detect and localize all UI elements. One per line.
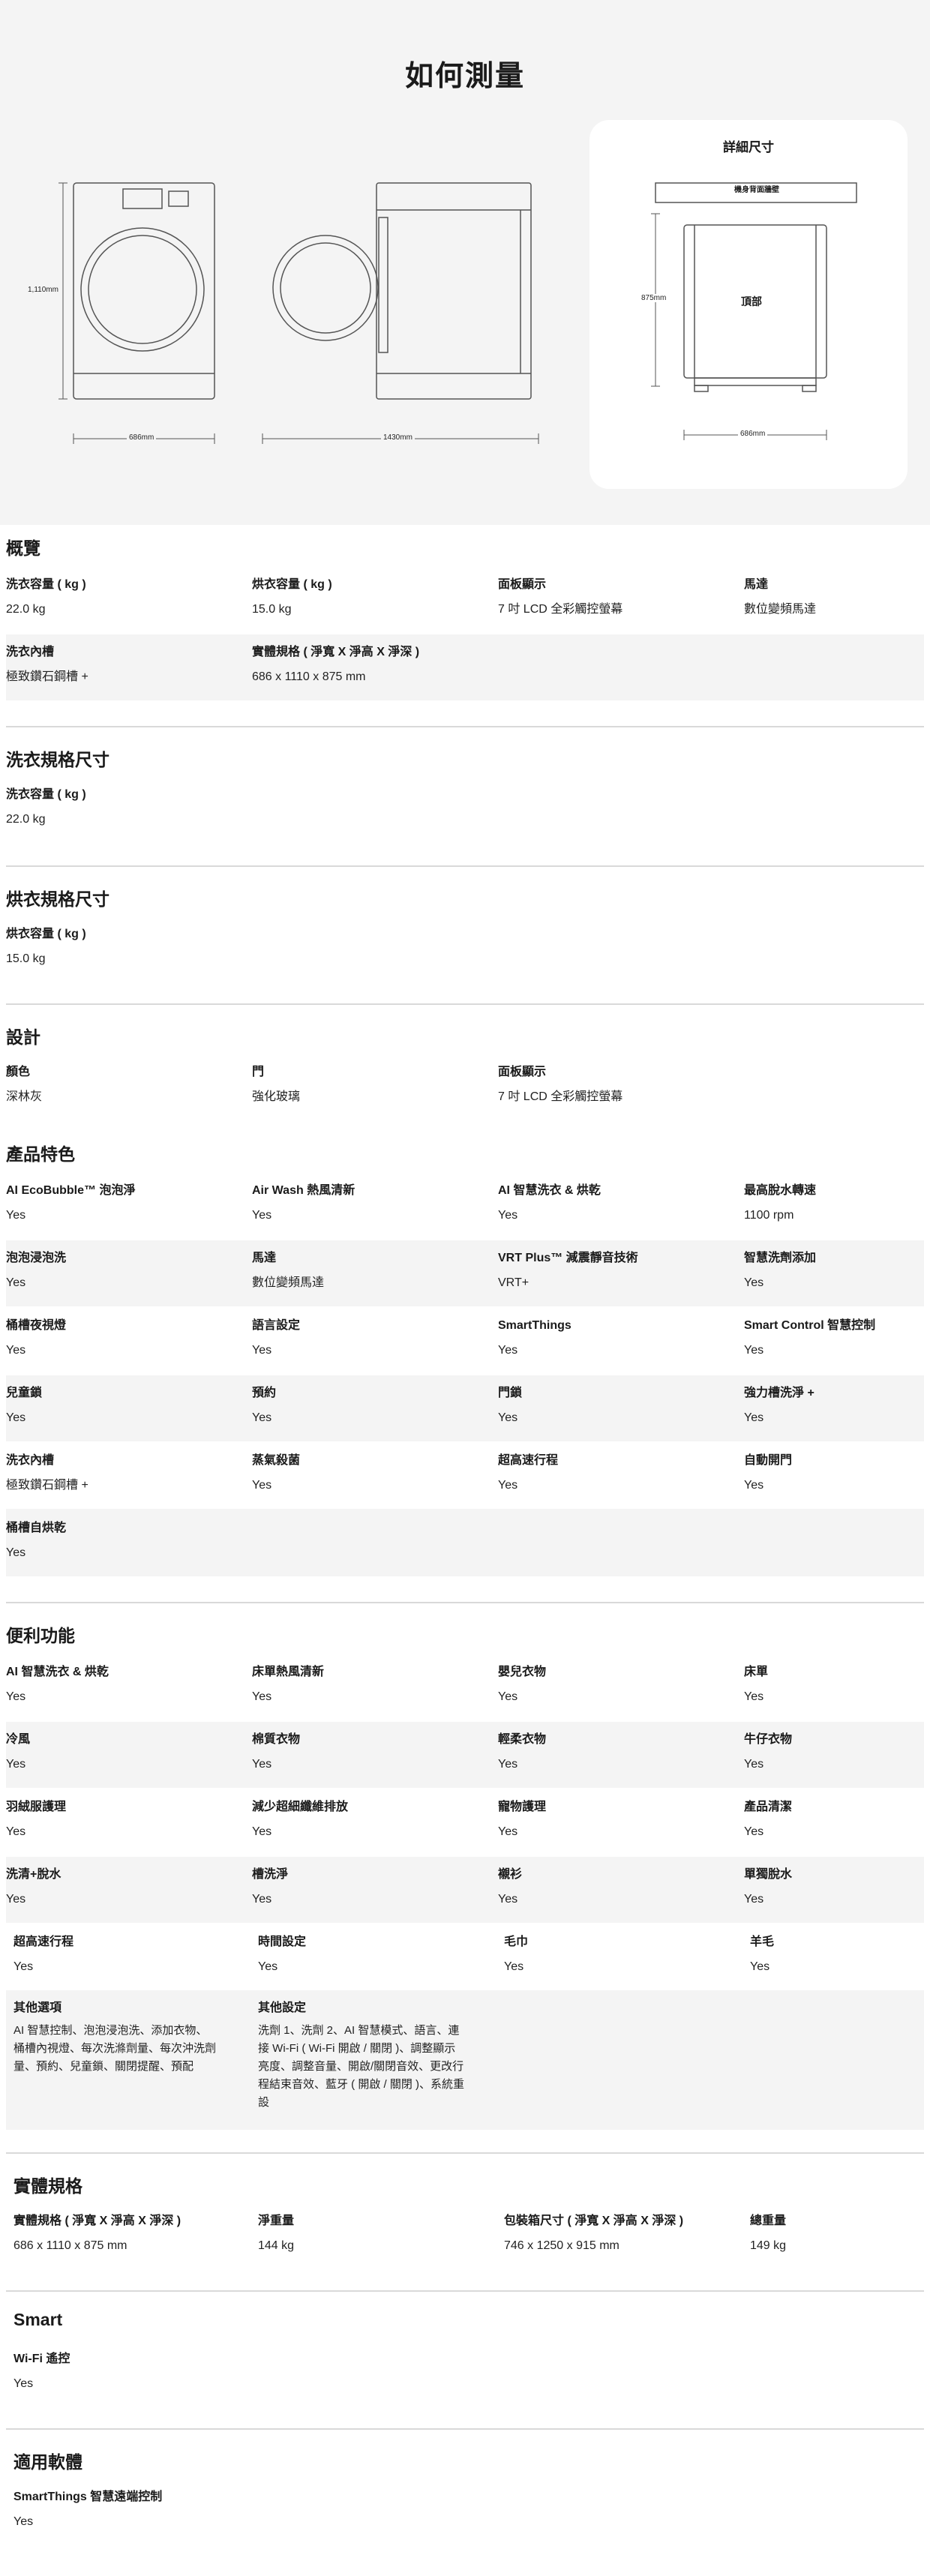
- spec-cell: 面板顯示 7 吋 LCD 全彩觸控螢幕: [498, 1066, 623, 1103]
- spec-cell: AI 智慧洗衣 & 烘乾 Yes: [6, 1666, 109, 1703]
- spec-cell: 洗衣容量 ( kg ) 22.0 kg: [6, 788, 86, 826]
- spec-cell: 洗清+脫水 Yes: [6, 1868, 62, 1906]
- spec-cell: 顏色 深林灰: [6, 1066, 43, 1103]
- spec-cell: 洗衣內槽 極致鑽石鋼槽 +: [6, 646, 88, 683]
- front-display: [122, 188, 163, 209]
- spec-cell: 面板顯示 7 吋 LCD 全彩觸控螢幕: [498, 578, 623, 616]
- spec-cell: 門鎖 Yes: [498, 1387, 523, 1424]
- section-divider: [6, 2152, 924, 2154]
- spec-cell: 最高脫水轉速 1100 rpm: [744, 1184, 817, 1222]
- measure-section: 如何測量 1,110mm 686mm 1430mm 詳細尺寸 機身背面牆壁 頂部…: [0, 0, 930, 525]
- spec-cell: 淨重量 144 kg: [258, 2215, 295, 2252]
- spec-cell: 兒童鎖 Yes: [6, 1387, 43, 1424]
- top-label: 頂部: [741, 295, 762, 307]
- spec-cell: 超高速行程 Yes: [14, 1936, 74, 1973]
- spec-cell: 槽洗淨 Yes: [252, 1868, 289, 1906]
- spec-cell: 床單熱風清新 Yes: [252, 1666, 325, 1703]
- section-divider: [6, 1003, 924, 1005]
- spec-cell: 床單 Yes: [744, 1666, 769, 1703]
- detail-width-label: 686mm: [738, 430, 768, 438]
- spec-cell: 棉質衣物 Yes: [252, 1733, 301, 1771]
- spec-cell: 語言設定 Yes: [252, 1319, 301, 1357]
- spec-cell: 減少超細纖維排放 Yes: [252, 1801, 349, 1838]
- features-title: 產品特色: [6, 1144, 75, 1164]
- spec-cell: AI 智慧洗衣 & 烘乾 Yes: [498, 1184, 601, 1222]
- spec-cell: 襯衫 Yes: [498, 1868, 523, 1906]
- side-door-frame: [378, 217, 388, 353]
- spec-cell: Smart Control 智慧控制 Yes: [744, 1319, 876, 1357]
- side-depth-label: 1430mm: [381, 433, 415, 442]
- front-height-label: 1,110mm: [26, 286, 61, 294]
- spec-cell: 自動開門 Yes: [744, 1454, 793, 1492]
- spec-cell: 輕柔衣物 Yes: [498, 1733, 547, 1771]
- spec-cell: 實體規格 ( 淨寬 X 淨高 X 淨深 ) 686 x 1110 x 875 mm: [14, 2215, 182, 2252]
- spec-cell: 毛巾 Yes: [504, 1936, 529, 1973]
- spec-cell: 牛仔衣物 Yes: [744, 1733, 793, 1771]
- section-divider: [6, 865, 924, 867]
- spec-cell: 總重量 149 kg: [750, 2215, 787, 2252]
- detail-size-card: 詳細尺寸 機身背面牆壁 頂部 875mm 686mm: [590, 120, 908, 489]
- spec-cell: 強力槽洗淨 + Yes: [744, 1387, 814, 1424]
- side-door-outer: [272, 235, 379, 341]
- spec-cell: 智慧洗劑添加 Yes: [744, 1252, 817, 1289]
- spec-cell: VRT Plus™ 減震靜音技術 VRT+: [498, 1252, 638, 1289]
- front-width-label: 686mm: [127, 433, 157, 442]
- front-button: [168, 190, 189, 207]
- spec-cell: 門強化玻璃: [252, 1066, 301, 1103]
- spec-cell: Wi-Fi 遙控 Yes: [14, 2353, 70, 2390]
- spec-cell: 實體規格 ( 淨寬 X 淨高 X 淨深 ) 686 x 1110 x 875 mm: [252, 646, 420, 683]
- spec-cell: 馬達 數位變頻馬達: [744, 578, 817, 616]
- spec-cell: 泡泡浸泡洗 Yes: [6, 1252, 67, 1289]
- spec-cell: 羽絨服護理 Yes: [6, 1801, 67, 1838]
- side-door-inner: [280, 242, 371, 334]
- spec-cell: Air Wash 熱風清新 Yes: [252, 1184, 356, 1222]
- front-door-outer: [80, 227, 205, 352]
- section-divider: [6, 2428, 924, 2430]
- physical-title: 實體規格: [14, 2176, 82, 2196]
- spec-cell: 時間設定 Yes: [258, 1936, 307, 1973]
- front-side-diagram: [58, 182, 539, 444]
- convenience-title: 便利功能: [6, 1626, 75, 1645]
- section-divider: [6, 2290, 924, 2292]
- top-view-foot-left: [694, 385, 709, 392]
- wash-spec-title: 洗衣規格尺寸: [6, 750, 110, 769]
- detail-height-label: 875mm: [639, 294, 669, 302]
- section-divider: [6, 726, 924, 727]
- spec-cell: 洗衣容量 ( kg ) 22.0 kg: [6, 578, 86, 616]
- design-title: 設計: [6, 1027, 40, 1047]
- dry-spec-title: 烘衣規格尺寸: [6, 889, 110, 909]
- spec-cell: AI EcoBubble™ 泡泡淨 Yes: [6, 1184, 136, 1222]
- spec-cell: 馬達 數位變頻馬達: [252, 1252, 325, 1289]
- spec-cell: 其他選項 AI 智慧控制、泡泡浸泡洗、添加衣物、桶槽內視燈、每次洗滌劑量、每次沖洗…: [14, 2002, 217, 2073]
- spec-cell: 寵物護理 Yes: [498, 1801, 547, 1838]
- spec-cell: 其他設定 洗劑 1、洗劑 2、AI 智慧模式、語言、連接 Wi-Fi ( Wi-F…: [258, 2002, 464, 2109]
- spec-cell: SmartThings Yes: [498, 1319, 572, 1357]
- spec-cell: 嬰兒衣物 Yes: [498, 1666, 547, 1703]
- spec-cell: 蒸氣殺菌 Yes: [252, 1454, 301, 1492]
- top-view-foot-right: [802, 385, 817, 392]
- spec-cell: 預約 Yes: [252, 1387, 277, 1424]
- spec-cell: 包裝箱尺寸 ( 淨寬 X 淨高 X 淨深 ) 746 x 1250 x 915 m…: [504, 2215, 684, 2252]
- spec-cell: SmartThings 智慧遠端控制 Yes: [14, 2491, 163, 2528]
- software-title: 適用軟體: [14, 2452, 82, 2472]
- spec-cell: 冷風 Yes: [6, 1733, 31, 1771]
- section-divider: [6, 1602, 924, 1603]
- spec-cell: 烘衣容量 ( kg ) 15.0 kg: [6, 928, 86, 965]
- spec-cell: 洗衣內槽 極致鑽石鋼槽 +: [6, 1454, 88, 1492]
- spec-cell: 桶槽夜視燈 Yes: [6, 1319, 67, 1357]
- top-view-base: [694, 377, 817, 386]
- spec-cell: 桶槽自烘乾 Yes: [6, 1522, 67, 1559]
- front-door-inner: [88, 235, 197, 344]
- smart-title: Smart: [14, 2310, 63, 2329]
- spec-cell: 產品清潔 Yes: [744, 1801, 793, 1838]
- front-body: [73, 182, 215, 400]
- overview-title: 概覽: [6, 538, 40, 558]
- side-body: [376, 182, 532, 400]
- spec-cell: 超高速行程 Yes: [498, 1454, 559, 1492]
- spec-cell: 烘衣容量 ( kg ) 15.0 kg: [252, 578, 332, 616]
- back-wall-label: 機身背面牆壁: [734, 186, 779, 194]
- spec-cell: 單獨脫水 Yes: [744, 1868, 793, 1906]
- spec-cell: 羊毛 Yes: [750, 1936, 775, 1973]
